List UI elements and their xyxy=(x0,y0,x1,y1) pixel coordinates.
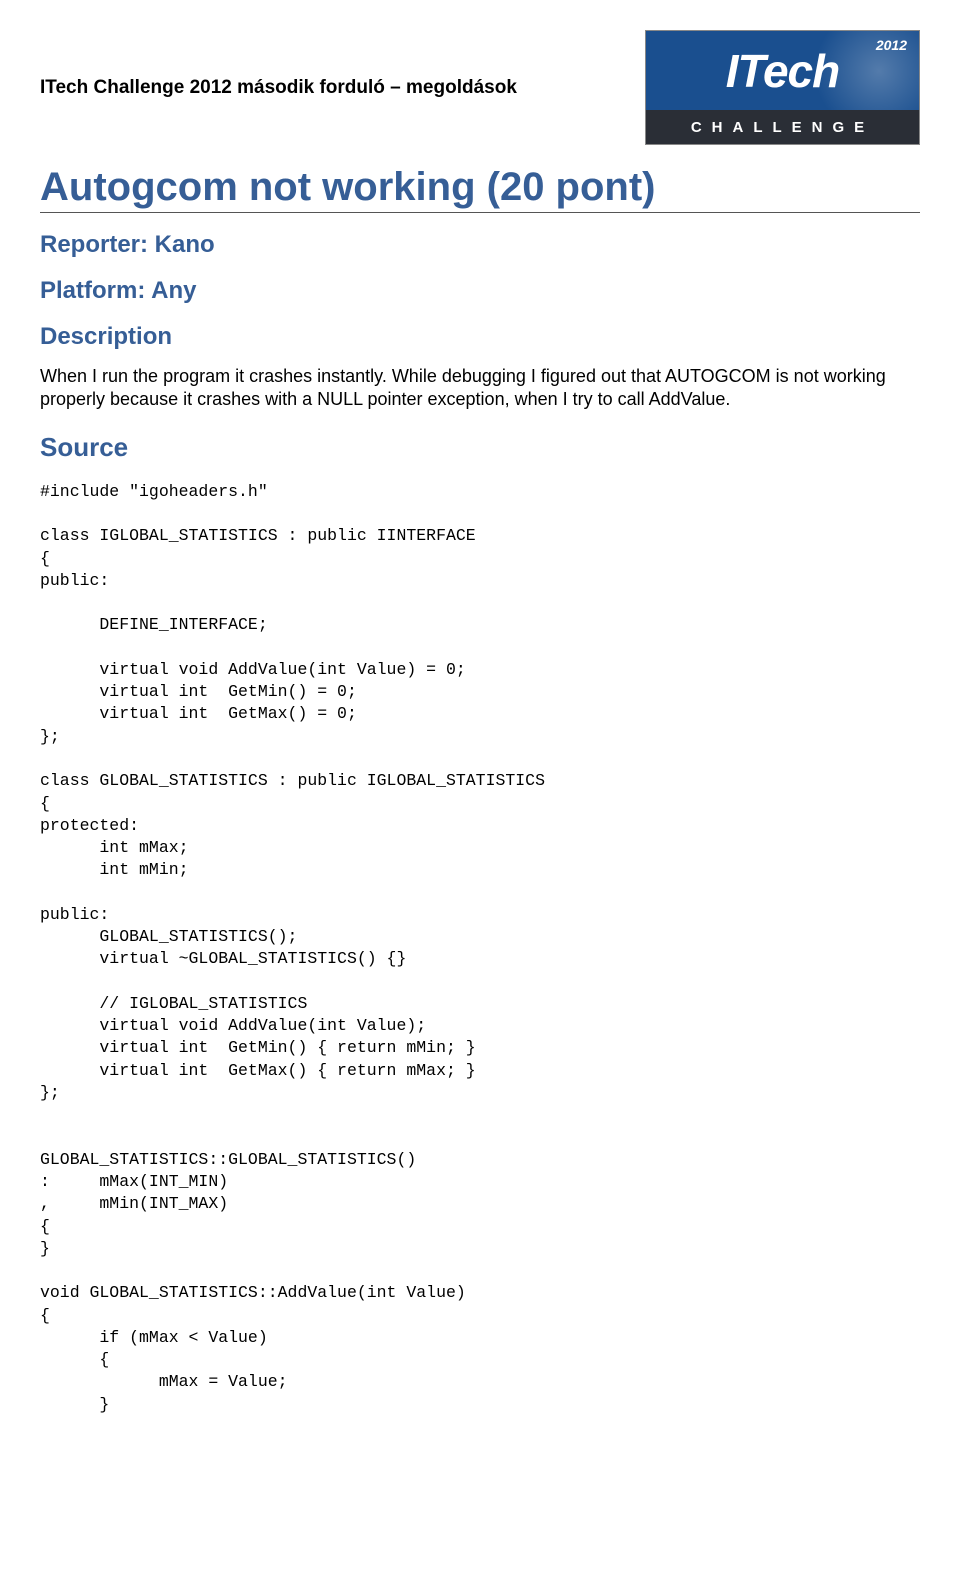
logo-bottom: CHALLENGE xyxy=(645,110,920,145)
description-heading: Description xyxy=(40,323,920,351)
document-header: ITech Challenge 2012 második forduló – m… xyxy=(40,30,920,145)
logo-year: 2012 xyxy=(876,37,907,53)
logo-subtitle: CHALLENGE xyxy=(691,119,874,136)
source-code-block: #include "igoheaders.h" class IGLOBAL_ST… xyxy=(40,481,920,1416)
reporter-line: Reporter: Kano xyxy=(40,231,920,259)
description-text: When I run the program it crashes instan… xyxy=(40,365,920,412)
page-title: Autogcom not working (20 pont) xyxy=(40,165,920,213)
logo-brand: ITech xyxy=(726,44,839,98)
itech-logo: 2012 ITech CHALLENGE xyxy=(645,30,920,145)
logo-top: 2012 ITech xyxy=(645,30,920,110)
header-text: ITech Challenge 2012 második forduló – m… xyxy=(40,77,517,99)
platform-line: Platform: Any xyxy=(40,277,920,305)
source-heading: Source xyxy=(40,432,920,463)
